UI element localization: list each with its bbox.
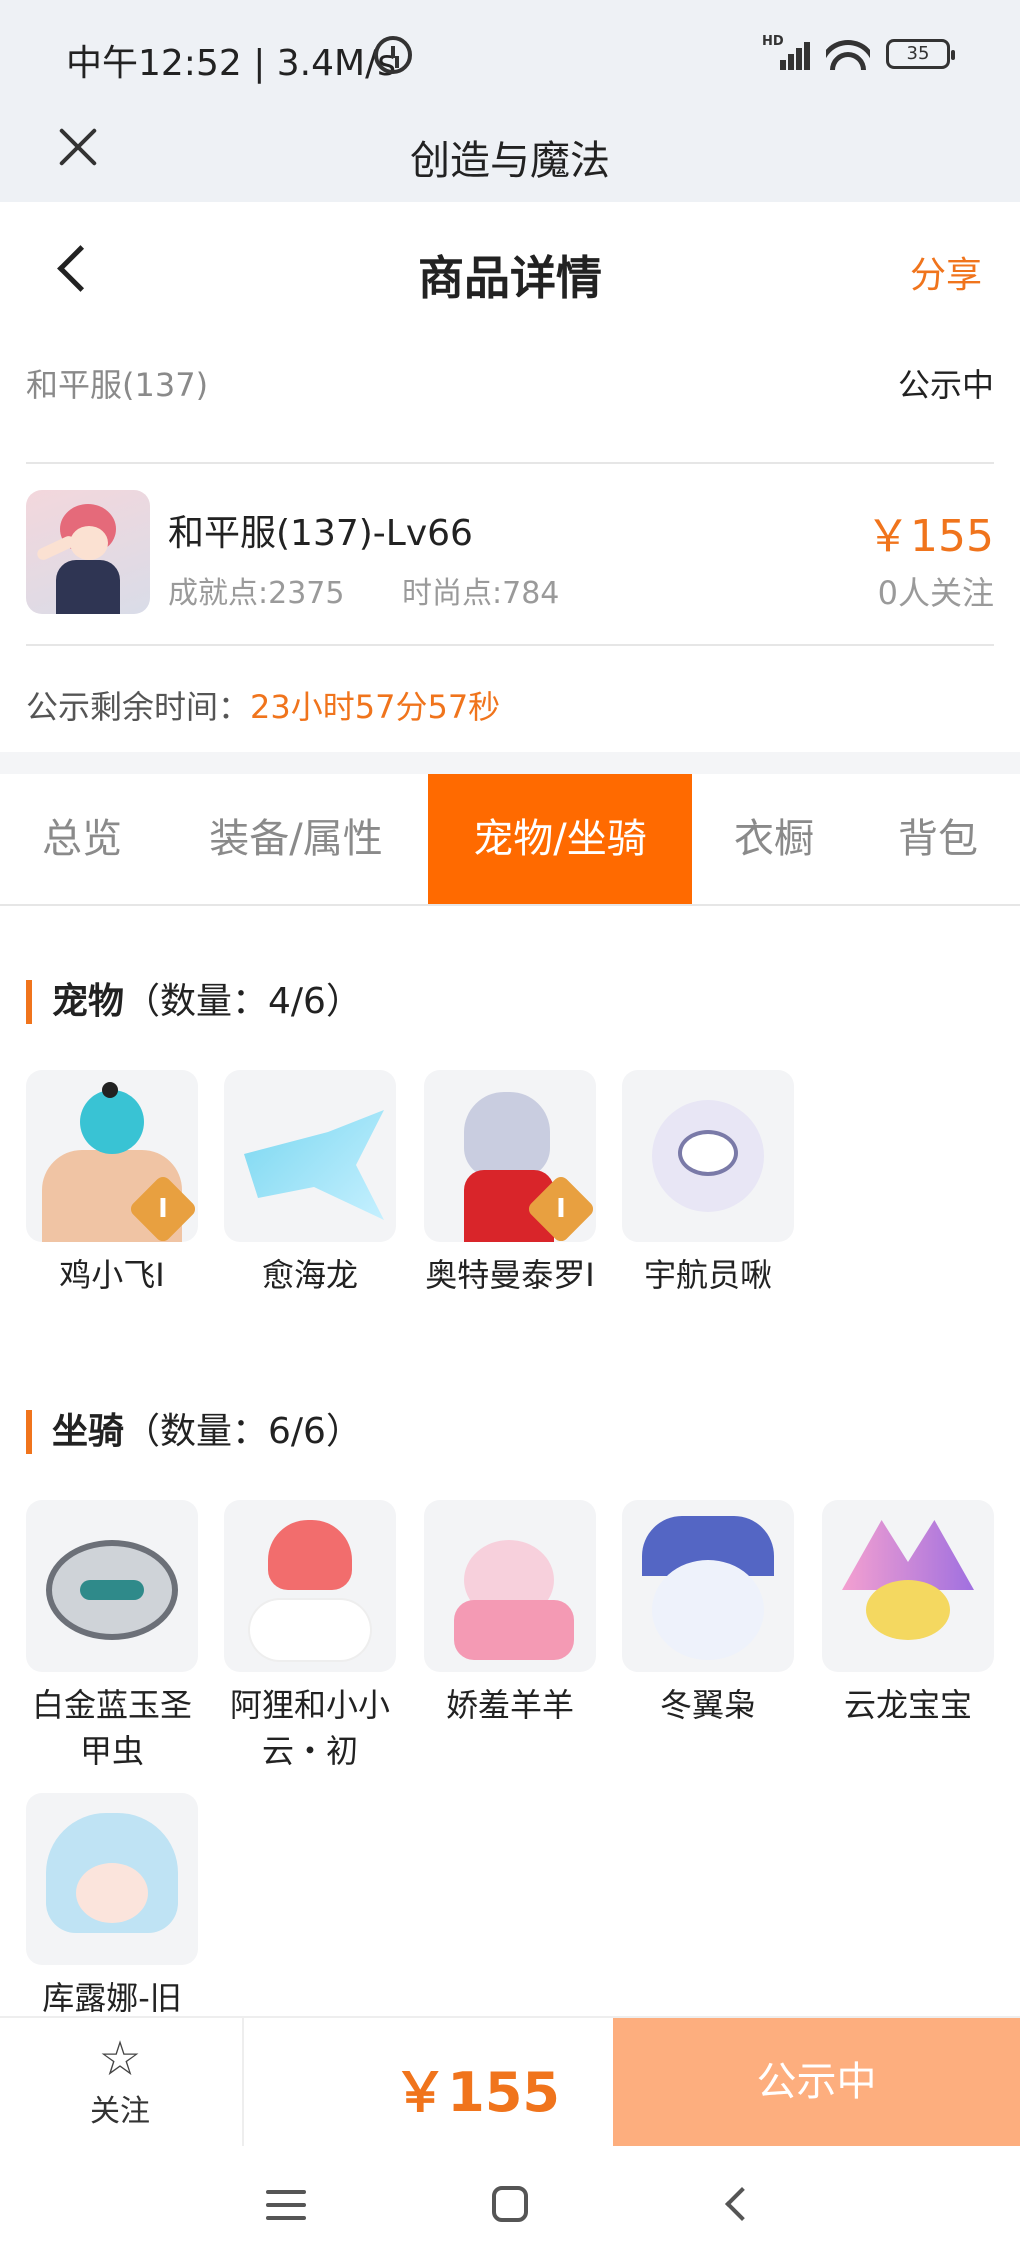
status-button[interactable]: 公示中 [613, 2018, 1020, 2146]
server-name: 和平服(137) [26, 366, 209, 404]
countdown-value: 23小时57分57秒 [250, 688, 501, 726]
pet-tile[interactable]: I 奥特曼泰罗I [424, 1070, 596, 1298]
countdown-label: 公示剩余时间： [26, 688, 251, 726]
nav-back-icon[interactable] [722, 2188, 750, 2216]
bottom-price: ￥155 [393, 2061, 560, 2124]
mount-tile[interactable]: 阿狸和小小云・初 [224, 1500, 396, 1774]
mount-name: 阿狸和小小云・初 [229, 1686, 390, 1770]
mount-name: 冬翼枭 [659, 1686, 756, 1724]
mount-tile[interactable]: 娇羞羊羊 [424, 1500, 596, 1728]
status-bar: 中午12:52 | 3.4M/s HD 35 [0, 0, 1020, 110]
alarm-icon [374, 36, 412, 74]
pet-image [224, 1070, 396, 1242]
mounts-section-title: 坐骑（数量：6/6） [26, 1410, 362, 1454]
mount-image [622, 1500, 794, 1672]
pet-image: I [424, 1070, 596, 1242]
home-icon[interactable] [492, 2186, 528, 2222]
item-name: 和平服(137)-Lv66 [168, 513, 473, 554]
pet-name: 愈海龙 [261, 1256, 358, 1294]
tab-equipment[interactable]: 装备/属性 [164, 774, 428, 904]
page-title: 商品详情 [418, 251, 602, 305]
server-row: 和平服(137) 公示中 [26, 360, 994, 404]
pet-name: 奥特曼泰罗I [425, 1256, 595, 1294]
item-price: ￥155 [866, 511, 994, 562]
page-header: 商品详情 分享 [0, 202, 1020, 334]
tab-wardrobe[interactable]: 衣橱 [692, 774, 856, 904]
mounts-title: 坐骑 [52, 1411, 125, 1452]
follower-count: 0人关注 [877, 574, 994, 612]
mounts-count: （数量：6/6） [124, 1411, 362, 1452]
pet-image [622, 1070, 794, 1242]
status-icons: HD 35 [762, 34, 955, 70]
character-avatar [26, 490, 150, 614]
share-button[interactable]: 分享 [910, 246, 982, 298]
fashion-points: 时尚点:784 [402, 576, 560, 611]
app-title: 创造与魔法 [410, 138, 610, 184]
pet-tile[interactable]: I 鸡小飞I [26, 1070, 198, 1298]
mount-tile[interactable]: 库露娜-旧 [26, 1793, 198, 2021]
pet-badge: I [556, 1194, 566, 1224]
section-gap [0, 752, 1020, 774]
tab-bar: 总览 装备/属性 宠物/坐骑 衣橱 背包 [0, 774, 1020, 906]
star-icon: ☆ [98, 2031, 142, 2087]
divider [26, 462, 994, 464]
mount-name: 云龙宝宝 [843, 1686, 972, 1724]
pet-tile[interactable]: 愈海龙 [224, 1070, 396, 1298]
listing-status: 公示中 [897, 366, 994, 404]
mount-name: 娇羞羊羊 [445, 1686, 574, 1724]
bottom-action-bar: ☆ 关注 ￥155 公示中 [0, 2016, 1020, 2148]
mount-name: 白金蓝玉圣甲虫 [31, 1686, 192, 1770]
pets-count: （数量：4/6） [124, 981, 362, 1022]
achievement-points: 成就点:2375 [168, 576, 345, 611]
follow-button[interactable]: ☆ 关注 [60, 2032, 180, 2142]
mount-image [822, 1500, 994, 1672]
mount-tile[interactable]: 冬翼枭 [622, 1500, 794, 1728]
mount-image [424, 1500, 596, 1672]
pet-image: I [26, 1070, 198, 1242]
cell-signal-icon: HD [762, 34, 810, 70]
divider [26, 644, 994, 646]
mount-image [224, 1500, 396, 1672]
pet-name: 宇航员啾 [643, 1256, 772, 1294]
pet-name: 鸡小飞I [59, 1256, 165, 1294]
battery-icon: 35 [886, 39, 955, 69]
app-bar: 创造与魔法 [0, 110, 1020, 202]
tab-backpack[interactable]: 背包 [856, 774, 1020, 904]
mount-tile[interactable]: 白金蓝玉圣甲虫 [26, 1500, 198, 1774]
menu-icon[interactable] [266, 2190, 306, 2220]
mount-name: 库露娜-旧 [42, 1979, 182, 2017]
item-card: 和平服(137)-Lv66 成就点:2375 时尚点:784 ￥155 0人关注 [26, 490, 994, 618]
tab-overview[interactable]: 总览 [0, 774, 164, 904]
divider [242, 2018, 244, 2148]
mount-tile[interactable]: 云龙宝宝 [822, 1500, 994, 1728]
mount-image [26, 1793, 198, 1965]
network-type: HD [762, 34, 784, 49]
follow-label: 关注 [90, 2094, 150, 2129]
pets-title: 宠物 [52, 981, 125, 1022]
pet-tile[interactable]: 宇航员啾 [622, 1070, 794, 1298]
mount-image [26, 1500, 198, 1672]
tab-pets-mounts[interactable]: 宠物/坐骑 [428, 774, 692, 904]
countdown: 公示剩余时间：23小时57分57秒 [26, 682, 500, 728]
pet-badge: I [158, 1194, 168, 1224]
status-time: 中午12:52 | 3.4M/s [66, 43, 396, 84]
system-nav-bar [0, 2146, 1020, 2267]
pets-section-title: 宠物（数量：4/6） [26, 980, 362, 1024]
wifi-icon [826, 38, 870, 70]
